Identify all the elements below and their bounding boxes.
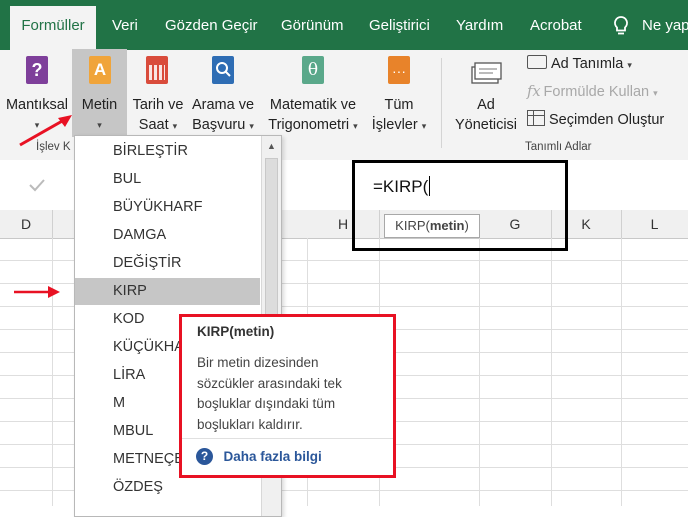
logical-function-icon[interactable]: ? bbox=[26, 56, 48, 84]
more-functions-label-2-text: İşlevler bbox=[371, 117, 418, 133]
tooltip-desc-line: boşlukları kaldırır. bbox=[197, 416, 303, 432]
function-item-damga[interactable]: DAMGA bbox=[75, 222, 260, 249]
chevron-down-icon: ▾ bbox=[653, 88, 658, 98]
create-from-selection-button[interactable]: Seçimden Oluştur bbox=[527, 110, 664, 130]
use-in-formula-label: Formülde Kullan bbox=[543, 84, 650, 100]
ribbon-divider bbox=[441, 58, 442, 148]
grid-icon bbox=[527, 110, 545, 126]
ribbon-tab-bar: Formüller Veri Gözden Geçir Görünüm Geli… bbox=[0, 0, 688, 50]
date-time-label-1[interactable]: Tarih ve bbox=[130, 95, 186, 115]
lookup-label-1[interactable]: Arama ve bbox=[188, 95, 258, 115]
annotation-arrow-metin bbox=[19, 115, 72, 147]
group-label-defined-names: Tanımlı Adlar bbox=[525, 141, 592, 153]
create-from-selection-label: Seçimden Oluştur bbox=[549, 112, 665, 128]
chevron-down-icon: ▾ bbox=[97, 120, 102, 130]
function-item-bul[interactable]: BUL bbox=[75, 166, 260, 193]
tooltip-desc-line: sözcükler arasındaki tek bbox=[197, 375, 342, 391]
chevron-down-icon: ▾ bbox=[172, 121, 178, 131]
lookup-label-2[interactable]: Başvuru ▾ bbox=[188, 115, 258, 136]
hint-argument: metin bbox=[429, 218, 465, 233]
tab-yardim[interactable]: Yardım bbox=[456, 0, 503, 50]
tooltip-description: Bir metin dizesinden sözcükler arasındak… bbox=[197, 353, 342, 435]
fx-icon: fx bbox=[527, 84, 541, 100]
grid-col-line bbox=[479, 238, 480, 506]
hint-close-paren: ) bbox=[464, 218, 469, 233]
function-item-buyukharf[interactable]: BÜYÜKHARF bbox=[75, 194, 260, 221]
formula-text-value: =KIRP( bbox=[373, 177, 429, 196]
grid-col-line bbox=[52, 238, 53, 506]
math-label-2-text: Trigonometri bbox=[268, 117, 350, 133]
chevron-down-icon: ▾ bbox=[627, 60, 632, 70]
column-header-l[interactable]: L bbox=[621, 210, 688, 238]
column-header-d[interactable]: D bbox=[0, 210, 53, 238]
scroll-up-icon[interactable]: ▲ bbox=[264, 136, 279, 156]
more-info-label: Daha fazla bilgi bbox=[223, 449, 322, 465]
lookup-reference-icon[interactable] bbox=[212, 56, 234, 84]
tab-acrobat[interactable]: Acrobat bbox=[530, 0, 582, 50]
tooltip-desc-line: Bir metin dizesinden bbox=[197, 355, 319, 370]
text-button-label[interactable]: Metin bbox=[72, 95, 127, 115]
date-time-label-2-text: Saat bbox=[138, 117, 169, 133]
tab-veri[interactable]: Veri bbox=[112, 0, 138, 50]
lightbulb-icon[interactable] bbox=[612, 15, 630, 37]
tooltip-divider bbox=[182, 438, 393, 439]
tell-me-search[interactable]: Ne yap bbox=[642, 0, 688, 50]
tab-formuller[interactable]: Formüller bbox=[10, 6, 96, 50]
function-item-birlestir[interactable]: BİRLEŞTİR bbox=[75, 138, 260, 165]
function-tooltip: KIRP(metin) Bir metin dizesinden sözcükl… bbox=[179, 314, 396, 478]
tab-gelistirici[interactable]: Geliştirici bbox=[369, 0, 430, 50]
more-functions-label-1[interactable]: Tüm bbox=[368, 95, 430, 115]
math-label-2[interactable]: Trigonometri ▾ bbox=[264, 115, 362, 136]
function-item-degistir[interactable]: DEĞİŞTİR bbox=[75, 250, 260, 277]
tab-gozden-gecir[interactable]: Gözden Geçir bbox=[165, 0, 258, 50]
text-function-icon[interactable]: A bbox=[89, 56, 111, 84]
hint-function-name: KIRP( bbox=[395, 218, 430, 233]
use-in-formula-button[interactable]: fx Formülde Kullan ▾ bbox=[527, 82, 658, 103]
tag-icon bbox=[527, 55, 547, 69]
define-name-label: Ad Tanımla bbox=[551, 56, 624, 72]
math-label-1[interactable]: Matematik ve bbox=[264, 95, 362, 115]
grid-col-line bbox=[621, 238, 622, 506]
function-argument-hint[interactable]: KIRP(metin) bbox=[384, 214, 480, 238]
date-time-function-icon[interactable] bbox=[146, 56, 168, 84]
name-manager-label-2[interactable]: Yöneticisi bbox=[448, 115, 524, 135]
tooltip-title: KIRP(metin) bbox=[197, 324, 275, 339]
name-manager-icon[interactable] bbox=[468, 57, 504, 87]
more-functions-label-2[interactable]: İşlevler ▾ bbox=[368, 115, 430, 136]
checkmark-icon[interactable] bbox=[28, 178, 46, 192]
more-functions-icon[interactable]: ··· bbox=[388, 56, 410, 84]
help-icon: ? bbox=[196, 448, 213, 466]
text-cursor bbox=[429, 176, 431, 196]
tab-gorunum[interactable]: Görünüm bbox=[281, 0, 344, 50]
name-manager-label-1[interactable]: Ad bbox=[448, 95, 524, 115]
chevron-down-icon: ▾ bbox=[249, 121, 254, 131]
annotation-arrow-kirp bbox=[14, 286, 60, 298]
grid-col-line bbox=[551, 238, 552, 506]
lookup-label-2-text: Başvuru bbox=[192, 117, 246, 133]
formula-text[interactable]: =KIRP( bbox=[373, 176, 431, 197]
date-time-label-2[interactable]: Saat ▾ bbox=[130, 115, 186, 136]
define-name-button[interactable]: Ad Tanımla ▾ bbox=[527, 54, 632, 75]
math-trig-icon[interactable]: θ bbox=[302, 56, 324, 84]
function-item-ozdes[interactable]: ÖZDEŞ bbox=[75, 474, 260, 501]
chevron-down-icon: ▾ bbox=[421, 121, 427, 131]
chevron-down-icon: ▾ bbox=[353, 121, 358, 131]
tooltip-desc-line: boşluklar dışındaki tüm bbox=[197, 396, 336, 411]
more-info-link[interactable]: ? Daha fazla bilgi bbox=[196, 448, 322, 466]
function-item-kirp[interactable]: KIRP bbox=[75, 278, 260, 305]
